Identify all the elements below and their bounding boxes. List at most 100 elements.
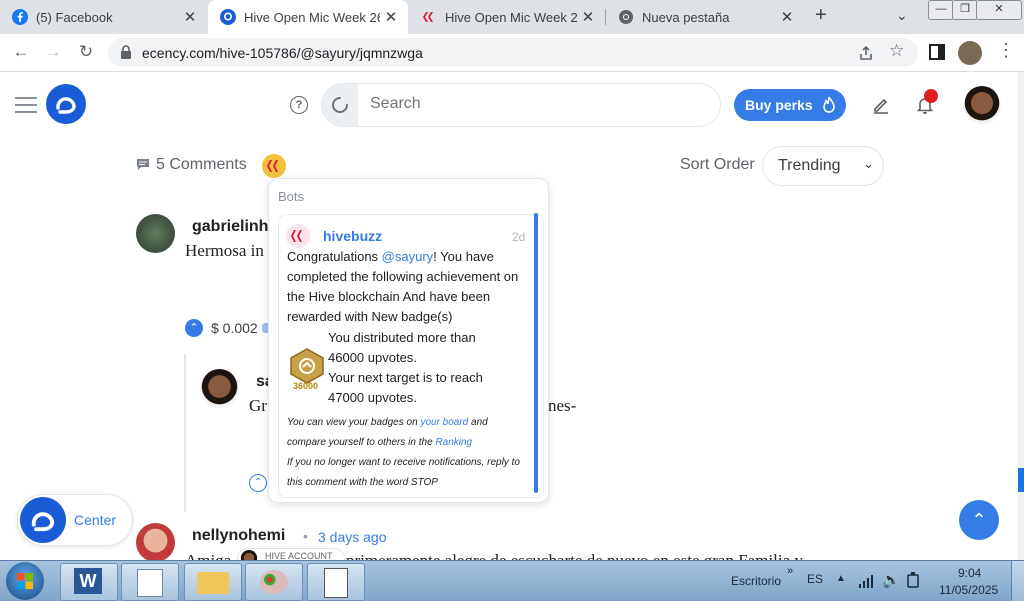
badge-number: 36000 [293, 381, 319, 391]
search-input[interactable] [368, 94, 702, 114]
badge-hexagon-icon [290, 348, 324, 384]
notification-badge [924, 89, 938, 103]
clock-date[interactable]: 11/05/2025 [939, 583, 998, 597]
search-toggle[interactable] [322, 84, 358, 126]
tab-title: (5) Facebook [36, 9, 113, 25]
comment-avatar[interactable] [136, 214, 175, 253]
comment-author[interactable]: gabrielinh [192, 218, 268, 236]
comments-icon [137, 159, 149, 170]
search-box[interactable] [321, 83, 721, 127]
tab-search-icon[interactable]: ⌄ [896, 7, 908, 24]
document-icon [137, 569, 163, 597]
edit-pencil-icon[interactable] [872, 96, 890, 114]
close-tab-icon[interactable]: ✕ [776, 8, 798, 26]
comments-count: 5 Comments [156, 156, 247, 173]
comment-time[interactable]: 3 days ago [318, 529, 387, 545]
back-icon[interactable]: ← [9, 40, 33, 64]
page-scrollbar-thumb[interactable] [1018, 468, 1024, 492]
comment-avatar[interactable] [136, 523, 175, 562]
volume-icon[interactable]: 🔊 [882, 571, 901, 589]
achievement-text-1: You distributed more than 46000 upvotes. [328, 330, 476, 365]
paint-palette-icon [260, 570, 288, 594]
start-button[interactable] [6, 562, 44, 600]
user-avatar[interactable] [963, 86, 1001, 124]
sort-order-label: Sort Order [680, 156, 755, 173]
bots-button[interactable] [262, 154, 286, 178]
mention-link[interactable]: @sayury [382, 249, 434, 264]
loading-icon [332, 97, 348, 113]
scroll-top-button[interactable]: ⌃ [959, 500, 999, 540]
popover-scrollbar[interactable] [534, 213, 538, 493]
thread-line [184, 354, 186, 512]
achievement-badge[interactable]: 36000 [287, 348, 327, 392]
taskbar-app[interactable] [307, 563, 365, 601]
folder-icon [197, 572, 229, 594]
payout-value[interactable]: $ 0.002 [211, 320, 258, 336]
hivebuzz-avatar[interactable] [286, 224, 310, 248]
lock-icon[interactable] [120, 45, 132, 59]
tab-hive[interactable]: Hive Open Mic Week 265 ✕ [409, 0, 605, 34]
chrome-menu-icon[interactable]: ⋮ [997, 40, 1015, 61]
power-icon[interactable] [906, 572, 920, 588]
profile-avatar[interactable] [958, 41, 982, 65]
center-label: Center [74, 512, 117, 528]
reply-upvote-icon[interactable]: ⌃ [249, 474, 267, 492]
hive-icon [291, 230, 302, 242]
upvote-icon[interactable]: ⌃ [185, 319, 203, 337]
bot-message: Congratulations @sayury! You have comple… [287, 247, 533, 327]
network-icon[interactable] [858, 574, 874, 588]
tab-ecency[interactable]: Hive Open Mic Week 265 ✕ [208, 0, 408, 34]
bot-author[interactable]: hivebuzz [323, 228, 382, 244]
forward-icon[interactable]: → [41, 40, 65, 64]
reload-icon[interactable]: ↻ [74, 40, 98, 64]
taskbar-word[interactable]: W [60, 563, 118, 601]
taskbar-paint[interactable] [245, 563, 303, 601]
side-panel-icon[interactable] [929, 44, 945, 60]
comment-text: Hermosa in [185, 241, 264, 260]
tab-facebook[interactable]: (5) Facebook ✕ [0, 0, 207, 34]
hive-bot-icon [267, 160, 278, 172]
ecency-logo[interactable] [46, 84, 86, 124]
tab-title: Hive Open Mic Week 265 [244, 9, 380, 25]
tab-title: Nueva pestaña [642, 9, 730, 25]
bookmark-star-icon[interactable]: ☆ [889, 41, 904, 61]
reply-avatar[interactable] [200, 369, 239, 408]
tray-expand-icon[interactable]: ▲ [836, 573, 846, 584]
sort-order-select[interactable]: Trending ⌄ [762, 146, 884, 186]
center-button[interactable]: Center [17, 494, 133, 546]
minimize-icon[interactable]: — [928, 0, 954, 20]
chrome-icon [619, 10, 633, 24]
flame-icon [822, 96, 835, 113]
close-tab-icon[interactable]: ✕ [380, 8, 402, 26]
clock-time[interactable]: 9:04 [958, 566, 981, 580]
center-logo [20, 497, 66, 543]
comment-author[interactable]: nellynohemi [192, 527, 285, 545]
facebook-icon [12, 9, 28, 25]
language-indicator[interactable]: ES [807, 572, 823, 586]
bot-age: 2d [512, 230, 526, 244]
taskbar-explorer[interactable] [184, 563, 242, 601]
close-window-icon[interactable]: ✕ [976, 0, 1022, 20]
hive-icon [423, 12, 433, 22]
address-bar[interactable]: ecency.com/hive-105786/@sayury/jqmnzwga … [108, 38, 918, 67]
ranking-link[interactable]: Ranking [435, 437, 472, 448]
desktop-label[interactable]: Escritorio [731, 574, 781, 588]
taskbar-publisher[interactable] [121, 563, 179, 601]
buy-perks-button[interactable]: Buy perks [734, 89, 846, 121]
bot-footer-1: You can view your badges on your board a… [287, 413, 529, 453]
help-icon[interactable]: ? [290, 96, 308, 114]
show-desktop-button[interactable] [1011, 561, 1024, 601]
tab-new-page[interactable]: Nueva pestaña ✕ [606, 0, 804, 34]
restore-icon[interactable]: ❐ [952, 0, 978, 20]
popover-title: Bots [278, 189, 305, 204]
your-board-link[interactable]: your board [420, 417, 468, 428]
close-tab-icon[interactable]: ✕ [179, 8, 201, 26]
close-tab-icon[interactable]: ✕ [577, 8, 599, 26]
toolbar-expand-icon[interactable]: » [787, 565, 793, 577]
dot-separator: • [303, 528, 308, 544]
chevron-up-icon: ⌃ [971, 510, 987, 530]
share-icon[interactable] [857, 44, 875, 62]
hamburger-menu-icon[interactable] [15, 97, 37, 113]
new-tab-button[interactable]: + [815, 4, 827, 27]
buy-perks-label: Buy perks [745, 97, 813, 113]
